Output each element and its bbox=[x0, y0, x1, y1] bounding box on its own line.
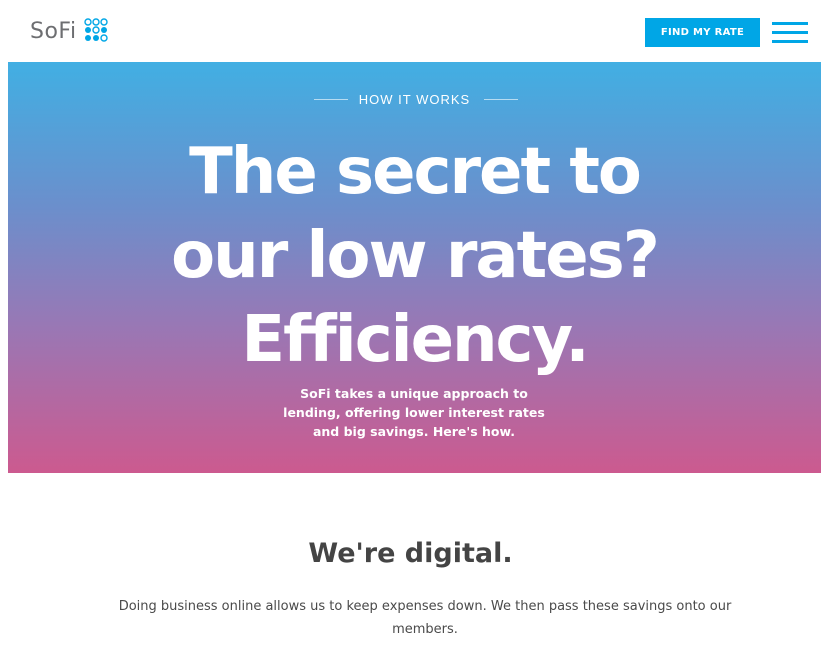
hero-banner: HOW IT WORKS The secret to our low rates… bbox=[8, 62, 821, 473]
page: SoFi FIND MY RATE HOW IT WORKS The secre… bbox=[0, 0, 821, 646]
hero-headline: The secret to our low rates? Efficiency. bbox=[8, 130, 821, 382]
eyebrow-right-rule bbox=[484, 99, 518, 100]
headline-line: our low rates? bbox=[171, 219, 660, 293]
hero-eyebrow: HOW IT WORKS bbox=[358, 92, 471, 107]
hero-subtext: SoFi takes a unique approach to lending,… bbox=[264, 384, 564, 441]
site-header: SoFi FIND MY RATE bbox=[0, 0, 821, 62]
hamburger-menu-icon[interactable] bbox=[772, 20, 808, 44]
sofi-logo[interactable]: SoFi bbox=[30, 18, 113, 44]
hero-subtext-line: lending, offering lower interest rates bbox=[283, 405, 545, 420]
headline-line: The secret to bbox=[189, 135, 642, 209]
section-body: Doing business online allows us to keep … bbox=[60, 595, 790, 641]
headline-line: Efficiency. bbox=[241, 303, 589, 377]
logo-text: SoFi bbox=[30, 18, 77, 44]
sofi-dots-logo-icon bbox=[83, 18, 108, 42]
section-body-line: Doing business online allows us to keep … bbox=[118, 599, 732, 614]
hero-subtext-line: and big savings. Here's how. bbox=[312, 424, 516, 439]
find-my-rate-button[interactable]: FIND MY RATE bbox=[645, 18, 760, 47]
hero-subtext-line: SoFi takes a unique approach to bbox=[300, 386, 528, 401]
section-title: We're digital. bbox=[308, 538, 513, 569]
section-body-line: members. bbox=[392, 622, 458, 637]
